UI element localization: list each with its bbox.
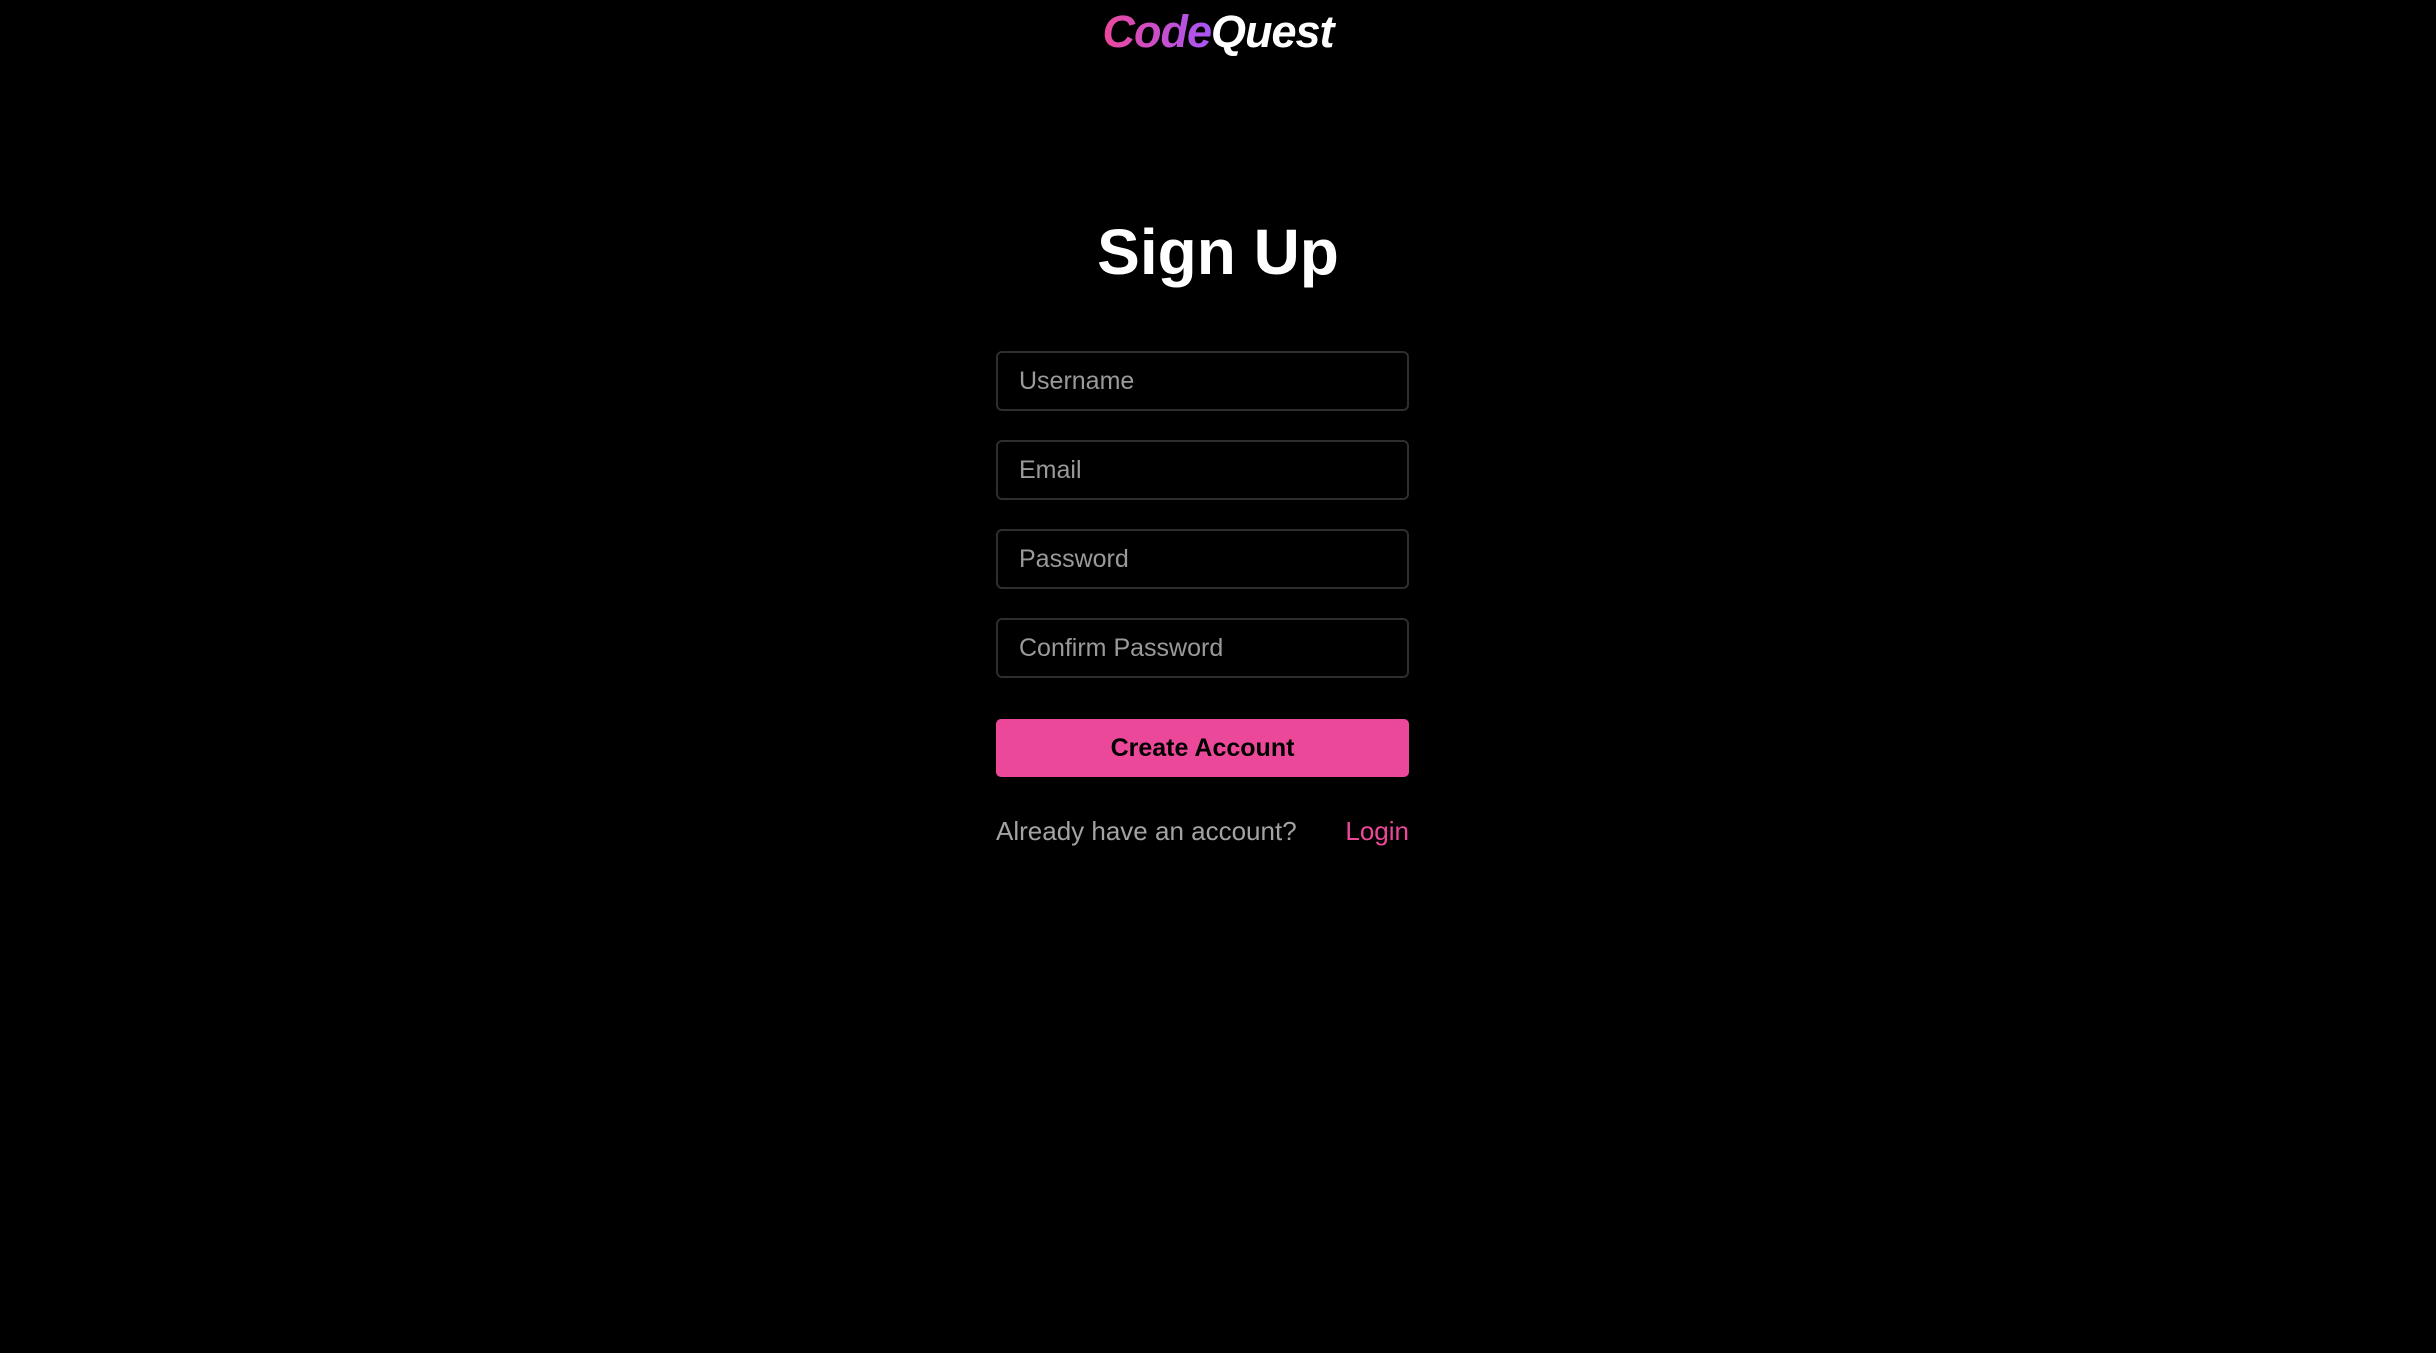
signup-page: CodeQuest Sign Up Create Account Already… xyxy=(0,0,2436,1353)
brand-logo[interactable]: CodeQuest xyxy=(0,4,2436,60)
signup-form xyxy=(996,351,1409,678)
password-input[interactable] xyxy=(996,529,1409,589)
brand-logo-quest: Quest xyxy=(1210,6,1335,57)
username-input[interactable] xyxy=(996,351,1409,411)
login-prompt-text: Already have an account? xyxy=(996,816,1297,846)
brand-logo-code: Code xyxy=(1102,6,1211,57)
confirm-password-input[interactable] xyxy=(996,618,1409,678)
login-link[interactable]: Login xyxy=(1345,814,1409,848)
email-input[interactable] xyxy=(996,440,1409,500)
create-account-button[interactable]: Create Account xyxy=(996,719,1409,777)
login-prompt: Already have an account? Login xyxy=(996,814,1409,848)
page-title: Sign Up xyxy=(1097,216,1339,288)
